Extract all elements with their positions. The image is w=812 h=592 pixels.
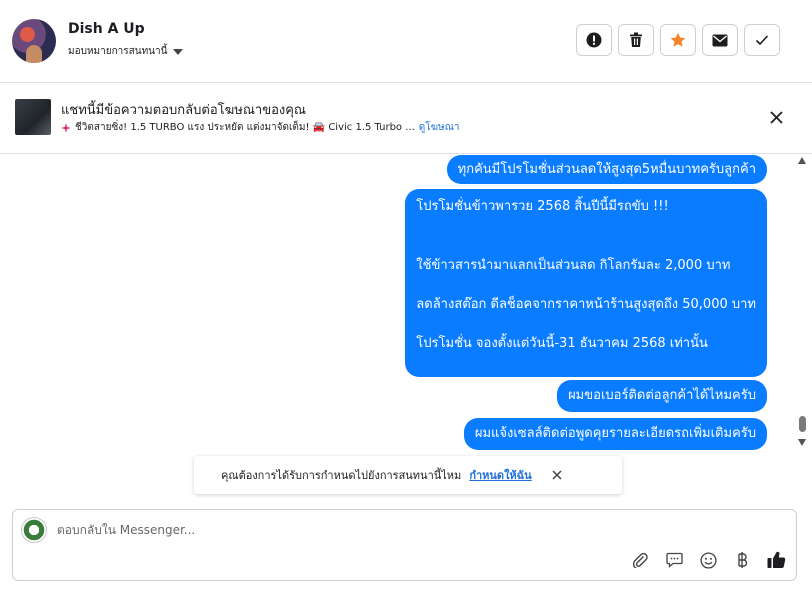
ad-referral-banner: แชทนี้มีข้อความตอบกลับต่อโฆษณาของคุณ ชีว… [0, 83, 812, 154]
scrollbar[interactable] [798, 156, 806, 456]
saved-reply-icon [665, 552, 683, 568]
message-bubble[interactable]: โปรโมชั่นข้าวพารวย 2568 สิ้นปีนี้มีรถขับ… [405, 189, 767, 377]
like-button[interactable] [766, 550, 786, 570]
close-icon [552, 470, 562, 480]
trash-icon [630, 32, 642, 47]
emoji-button[interactable] [698, 550, 718, 570]
message-line: ใช้ข้าวสารนำมาแลกเป็นส่วนลด กิโลกรัมละ 2… [416, 257, 731, 273]
baht-icon [738, 552, 748, 568]
attach-icon [632, 552, 648, 568]
composer-tools [630, 550, 786, 570]
sparkle-icon [61, 122, 71, 133]
check-icon [755, 35, 769, 46]
attach-button[interactable] [630, 550, 650, 570]
message-bubble[interactable]: ทุกคันมีโปรโมชั่นส่วนลดให้สูงสุด5หมื่นบา… [446, 155, 767, 184]
message-text: ผมขอเบอร์ติดต่อลูกค้าได้ไหมครับ [568, 388, 756, 403]
message-line [416, 314, 756, 334]
message-text: ทุกคันมีโปรโมชั่นส่วนลดให้สูงสุด5หมื่นบา… [457, 162, 756, 177]
contact-name[interactable]: Dish A Up [68, 21, 145, 37]
assign-to-me-link[interactable]: กำหนดให้ฉัน [469, 466, 531, 484]
ad-banner-text: ชีวิตสายซิ่ง! 1.5 TURBO แรง ประหยัด แต่ง… [75, 122, 415, 133]
message-line [416, 217, 756, 237]
mark-done-button[interactable] [744, 24, 780, 56]
thumbs-up-icon [767, 551, 785, 569]
ad-thumbnail[interactable] [15, 99, 51, 135]
message-bubble[interactable]: ผมแจ้งเซลล์ติดต่อพูดคุยรายละเอียดรถเพิ่ม… [463, 418, 767, 450]
mail-icon [712, 34, 728, 46]
header-actions [576, 24, 780, 56]
conversation-header: Dish A Up มอบหมายการสนทนานี้ [0, 0, 812, 83]
message-line: ลดล้างสต๊อก ดีลช็อคจากราคาหน้าร้านสูงสุด… [416, 296, 756, 312]
assign-prompt-text: คุณต้องการได้รับการกำหนดไปยังการสนทนานี้… [221, 469, 462, 482]
page-avatar [21, 517, 47, 543]
message-bubble[interactable]: ผมขอเบอร์ติดต่อลูกค้าได้ไหมครับ [557, 380, 767, 412]
alert-icon [586, 32, 602, 48]
ad-banner-subtitle: ชีวิตสายซิ่ง! 1.5 TURBO แรง ประหยัด แต่ง… [61, 120, 460, 135]
ad-banner-title: แชทนี้มีข้อความตอบกลับต่อโฆษณาของคุณ [61, 103, 306, 118]
scroll-down-icon[interactable] [798, 439, 806, 446]
mark-spam-button[interactable] [576, 24, 612, 56]
star-button[interactable] [660, 24, 696, 56]
reply-composer: ตอบกลับใน Messenger... [12, 509, 797, 581]
message-line [416, 275, 756, 295]
assign-dropdown[interactable]: มอบหมายการสนทนานี้ [68, 44, 184, 59]
close-banner-button[interactable] [766, 107, 786, 127]
message-line [416, 236, 756, 256]
delete-button[interactable] [618, 24, 654, 56]
reply-input[interactable]: ตอบกลับใน Messenger... [57, 521, 195, 540]
contact-avatar[interactable] [12, 19, 56, 63]
mark-unread-button[interactable] [702, 24, 738, 56]
chevron-down-icon [173, 48, 184, 55]
close-icon [769, 110, 783, 124]
saved-reply-button[interactable] [664, 550, 684, 570]
scroll-up-icon[interactable] [798, 157, 806, 164]
assign-label: มอบหมายการสนทนานี้ [68, 46, 168, 57]
assign-prompt: คุณต้องการได้รับการกำหนดไปยังการสนทนานี้… [194, 456, 622, 494]
message-line: โปรโมชั่น จองตั้งแต่วันนี้-31 ธันวาคม 25… [416, 335, 708, 351]
message-line: โปรโมชั่นข้าวพารวย 2568 สิ้นปีนี้มีรถขับ… [416, 199, 669, 214]
emoji-icon [699, 551, 717, 569]
close-prompt-button[interactable] [550, 468, 564, 482]
payment-button[interactable] [732, 550, 752, 570]
message-text: ผมแจ้งเซลล์ติดต่อพูดคุยรายละเอียดรถเพิ่ม… [474, 426, 756, 441]
star-icon [670, 32, 686, 47]
view-ad-link[interactable]: ดูโฆษณา [419, 120, 460, 135]
scrollbar-thumb[interactable] [799, 416, 806, 432]
